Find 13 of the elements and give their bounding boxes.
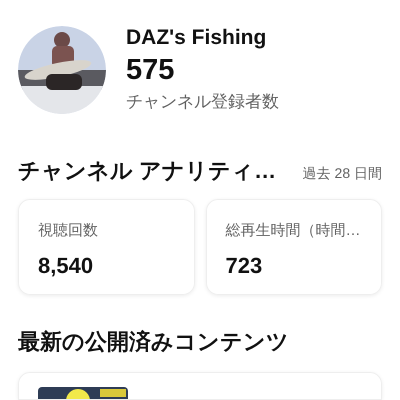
metric-card[interactable]: 視聴回数 8,540	[18, 199, 194, 295]
period-label: 過去 28 日間	[302, 164, 382, 183]
metric-card[interactable]: 総再生時間（時間… 723	[206, 199, 382, 295]
subscriber-count: 575	[126, 53, 176, 88]
channel-name: DAZ's Fishing	[126, 25, 268, 51]
metric-label: 総再生時間（時間…	[226, 221, 362, 241]
section-title: チャンネル アナリティ…	[18, 157, 276, 185]
metric-value: 8,540	[38, 252, 94, 280]
metric-label: 視聴回数	[38, 221, 99, 241]
subscriber-label: チャンネル登録者数	[126, 91, 279, 113]
section-title: 最新の公開済みコンテンツ	[18, 328, 290, 356]
metric-value: 723	[226, 252, 264, 280]
content-card[interactable]	[18, 372, 382, 400]
